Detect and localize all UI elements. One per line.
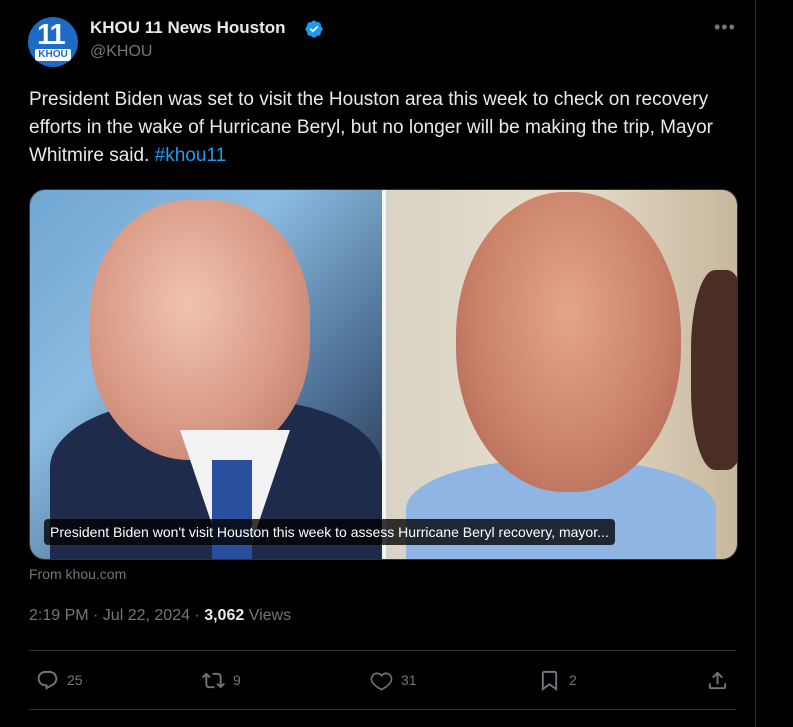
share-icon — [708, 670, 727, 689]
reply-count: 25 — [67, 672, 83, 688]
account-name[interactable]: KHOU 11 News Houston — [90, 18, 286, 38]
views-count: 3,062 — [204, 607, 245, 624]
repost-button[interactable]: 9 — [202, 668, 241, 692]
tweet-meta: 2:19 PM · Jul 22, 2024 · 3,062 Views — [29, 607, 291, 625]
share-button[interactable] — [706, 668, 729, 692]
avatar-brand: KHOU — [35, 49, 71, 61]
bookmark-count: 2 — [569, 672, 577, 688]
avatar[interactable]: 11 KHOU — [28, 17, 78, 67]
reply-icon — [37, 670, 58, 690]
card-source[interactable]: From khou.com — [29, 566, 126, 582]
divider-bottom — [29, 709, 736, 710]
whitmire-photo — [386, 190, 737, 559]
more-options-icon[interactable]: ••• — [714, 17, 736, 38]
tweet-body: President Biden was set to visit the Hou… — [29, 89, 713, 166]
repost-count: 9 — [233, 672, 241, 688]
account-handle[interactable]: @KHOU — [90, 43, 152, 61]
like-count: 31 — [401, 672, 417, 688]
repost-icon — [202, 672, 225, 688]
column-border — [755, 0, 756, 727]
hashtag-link[interactable]: #khou11 — [155, 145, 227, 166]
tweet: 11 KHOU KHOU 11 News Houston @KHOU ••• P… — [0, 0, 755, 727]
reply-button[interactable]: 25 — [36, 668, 83, 692]
like-button[interactable]: 31 — [370, 668, 417, 692]
tweet-text: President Biden was set to visit the Hou… — [29, 86, 739, 170]
timestamp[interactable]: 2:19 PM · Jul 22, 2024 · — [29, 607, 204, 624]
heart-icon — [370, 671, 393, 691]
avatar-number: 11 — [37, 19, 66, 51]
bookmark-button[interactable]: 2 — [538, 668, 577, 692]
card-caption: President Biden won't visit Houston this… — [44, 519, 615, 545]
biden-photo — [30, 190, 382, 559]
views-label: Views — [244, 607, 292, 624]
link-card[interactable]: President Biden won't visit Houston this… — [29, 189, 738, 560]
divider-top — [29, 650, 736, 651]
bookmark-icon — [541, 670, 558, 691]
verified-badge-icon — [305, 20, 323, 38]
